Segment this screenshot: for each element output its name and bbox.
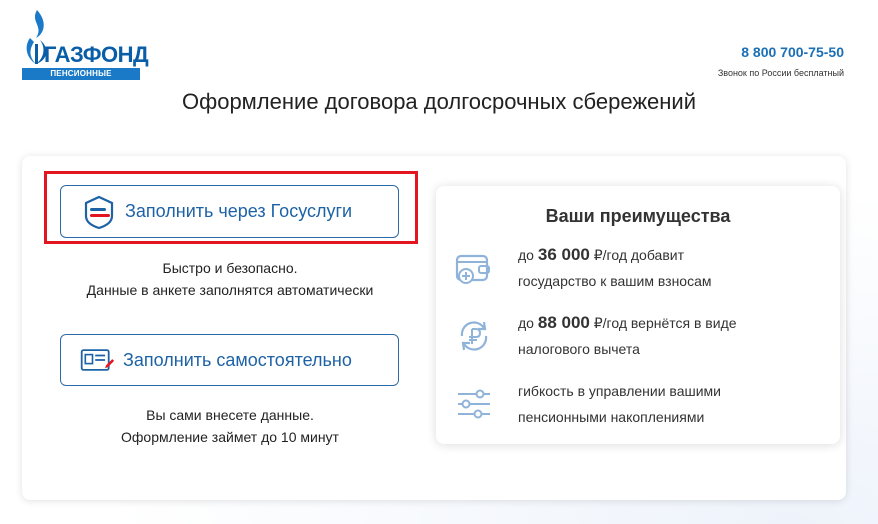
wallet-plus-icon xyxy=(455,254,490,284)
benefits-panel: Ваши преимущества до 36 000 ₽/год добави… xyxy=(436,186,840,444)
phone-note: Звонок по России бесплатный xyxy=(717,68,844,78)
benefit-line2: государство к вашим взносам xyxy=(518,273,712,289)
benefit-suffix: ₽/год добавит xyxy=(589,247,684,263)
fill-via-gosuslugi-button[interactable]: Заполнить через Госуслуги xyxy=(60,185,399,238)
logo-tagline: ПЕНСИОННЫЕ НАКОПЛЕНИЯ xyxy=(22,68,140,90)
phone-number[interactable]: 8 800 700-75-50 xyxy=(741,44,844,60)
benefit-suffix: гибкость в управлении вашими xyxy=(518,383,721,399)
gosuslugi-icon xyxy=(84,195,114,229)
fill-manually-button[interactable]: Заполнить самостоятельно xyxy=(60,334,399,386)
benefit-item: до 88 000 ₽/год вернётся в виде налогово… xyxy=(436,310,840,366)
page-title: Оформление договора долгосрочных сбереже… xyxy=(182,89,696,114)
benefit-amount: 36 000 xyxy=(537,245,590,264)
self-caption-line2: Оформление займет до 10 минут xyxy=(121,429,339,445)
benefit-suffix: ₽/год вернётся в виде xyxy=(589,315,737,331)
gosuslugi-caption-line1: Быстро и безопасно. xyxy=(162,260,298,276)
self-caption-line1: Вы сами внесете данные. xyxy=(146,407,314,423)
self-caption: Вы сами внесете данные. Оформление займе… xyxy=(40,404,420,448)
benefit-prefix: до xyxy=(518,315,538,331)
gosuslugi-caption-line2: Данные в анкете заполнятся автоматически xyxy=(86,282,374,298)
ruble-refresh-icon xyxy=(460,321,488,351)
gosuslugi-caption: Быстро и безопасно. Данные в анкете запо… xyxy=(40,257,420,301)
logo-wordmark: ГАЗФОНД xyxy=(44,42,149,67)
gosuslugi-button-label: Заполнить через Госуслуги xyxy=(125,201,353,221)
benefit-item: до 36 000 ₽/год добавит государство к ва… xyxy=(436,242,840,298)
self-button-label: Заполнить самостоятельно xyxy=(123,349,352,370)
benefit-prefix: до xyxy=(518,247,538,263)
sliders-icon xyxy=(458,389,490,419)
benefit-item: гибкость в управлении вашими пенсионными… xyxy=(436,378,840,434)
benefit-line2: налогового вычета xyxy=(518,341,640,357)
benefits-title: Ваши преимущества xyxy=(545,206,731,226)
benefit-amount: 88 000 xyxy=(537,313,590,332)
gazfond-logo[interactable]: ГАЗФОНД ПЕНСИОННЫЕ НАКОПЛЕНИЯ xyxy=(22,8,149,90)
benefit-line2: пенсионными накоплениями xyxy=(518,409,705,425)
id-card-icon xyxy=(80,349,115,371)
